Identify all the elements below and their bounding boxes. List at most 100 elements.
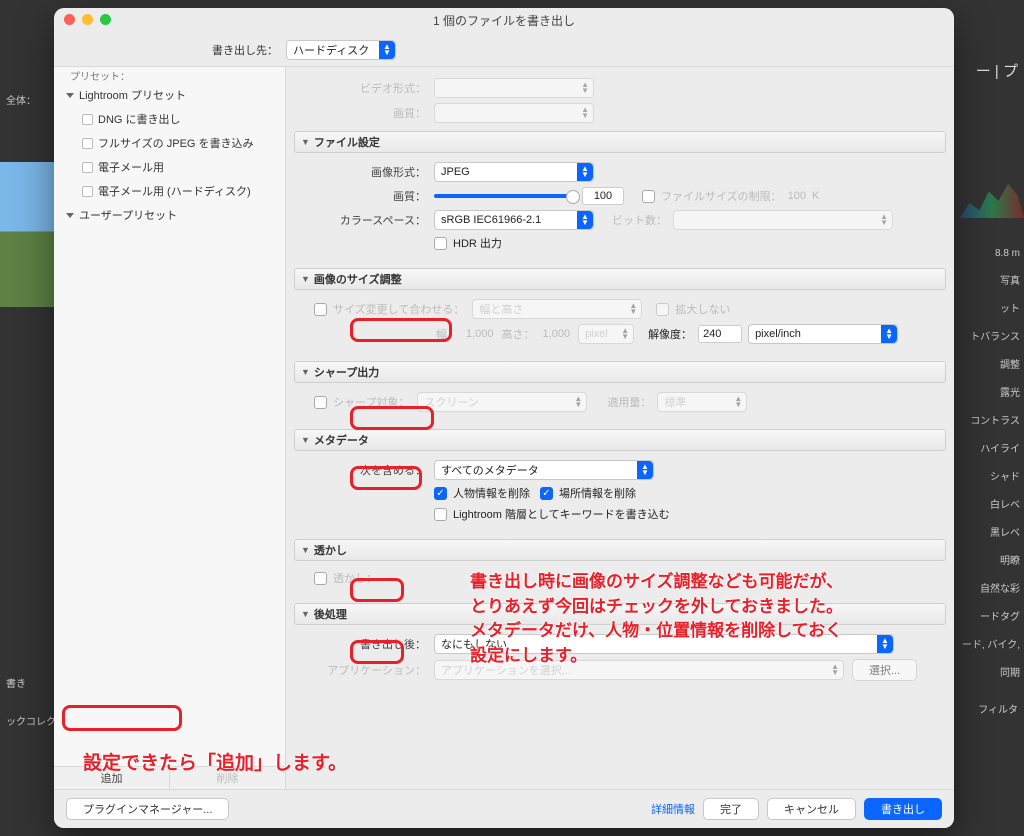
annotation-box [350,318,452,342]
disclosure-icon [66,93,74,98]
presets-sidebar: Lightroom プリセット DNG に書き出しフルサイズの JPEG を書き… [54,67,286,789]
section-sharpen[interactable]: ▼ シャープ出力 [294,361,946,383]
section-title: ファイル設定 [314,134,380,150]
annotation-text-add: 設定できたら「追加」します。 [83,750,347,778]
resize-checkbox[interactable] [314,303,327,316]
preset-group-user[interactable]: ユーザープリセット [54,203,285,227]
video-format-select: ▲▼ [434,78,594,98]
annotation-box [350,466,422,490]
image-format-label: 画像形式： [294,164,434,180]
thumbnail-peek [0,162,54,307]
resolution-label: 解像度： [648,326,692,342]
annotation-text-main: 書き出し時に画像のサイズ調整なども可能だが、 とりあえず今回はチェックを外してお… [470,570,930,669]
section-title: シャープ出力 [314,364,379,380]
group-label: ユーザープリセット [79,207,177,223]
preset-checkbox[interactable] [82,114,93,125]
width-value: 1,000 [466,328,494,340]
quality-label: 画質： [294,188,434,204]
group-label: Lightroom プリセット [79,87,186,103]
section-title: 透かし [314,542,347,558]
annotation-box [62,705,182,731]
limit-filesize-checkbox[interactable] [642,190,655,203]
limit-filesize-unit: K [812,190,819,202]
lr-keywords-label: Lightroom 階層としてキーワードを書き込む [453,506,670,522]
height-value: 1,000 [543,328,571,340]
select-value: スクリーン [424,394,478,410]
section-title: 画像のサイズ調整 [314,271,402,287]
no-enlarge-label: 拡大しない [675,301,730,317]
preset-label: DNG に書き出し [98,111,181,127]
annotation-box [350,578,404,602]
quality-slider[interactable] [434,194,574,198]
disclosure-icon: ▼ [301,274,310,284]
preset-label: 電子メール用 (ハードディスク) [98,183,251,199]
dialog-footer: プラグインマネージャー... 詳細情報 完了 キャンセル 書き出し [54,789,954,828]
preset-item[interactable]: 電子メール用 [54,155,285,179]
colorspace-select[interactable]: sRGB IEC61966-2.1▲▼ [434,210,594,230]
preset-checkbox[interactable] [82,186,93,197]
bg-left-label: 全体： [6,92,36,107]
no-enlarge-checkbox [656,303,669,316]
disclosure-icon: ▼ [301,545,310,555]
plugin-manager-button[interactable]: プラグインマネージャー... [66,798,229,820]
hdr-checkbox[interactable] [434,237,447,250]
bg-label: ー | プ [976,60,1018,81]
export-to-value: ハードディスク [293,42,369,58]
sharpen-target-select: スクリーン▲▼ [417,392,587,412]
maximize-icon[interactable] [100,14,111,25]
size-unit-select: pixel▲▼ [578,324,634,344]
details-link[interactable]: 詳細情報 [651,801,695,817]
post-app-label: アプリケーション： [294,662,434,678]
section-image-sizing[interactable]: ▼ 画像のサイズ調整 [294,268,946,290]
window-title: 1 個のファイルを書き出し [433,12,575,29]
colorspace-label: カラースペース： [294,212,434,228]
section-title: 後処理 [314,606,347,622]
disclosure-icon: ▼ [301,367,310,377]
cancel-button[interactable]: キャンセル [767,798,856,820]
resize-mode-select: 幅と高さ▲▼ [472,299,642,319]
section-file-settings[interactable]: ▼ ファイル設定 [294,131,946,153]
export-to-label: 書き出し先： [54,42,286,58]
export-button[interactable]: 書き出し [864,798,942,820]
bitdepth-select: ▲▼ [673,210,893,230]
bitdepth-label: ビット数： [612,212,667,228]
preset-item[interactable]: DNG に書き出し [54,107,285,131]
export-to-select[interactable]: ハードディスク ▲▼ [286,40,396,60]
close-icon[interactable] [64,14,75,25]
disclosure-icon: ▼ [301,137,310,147]
video-format-label: ビデオ形式： [294,80,434,96]
video-quality-label: 画質： [294,105,434,121]
annotation-box [350,640,404,664]
export-dialog: 1 個のファイルを書き出し 書き出し先： ハードディスク ▲▼ プリセット： 1… [54,8,954,828]
titlebar: 1 個のファイルを書き出し [54,8,954,32]
bg-bottom-right: フィルタ [978,701,1018,716]
section-metadata[interactable]: ▼ メタデータ [294,429,946,451]
limit-filesize-value: 100 [788,190,806,202]
remove-person-label: 人物情報を削除 [453,485,530,501]
remove-person-checkbox[interactable]: ✓ [434,487,447,500]
preset-item[interactable]: 電子メール用 (ハードディスク) [54,179,285,203]
image-format-select[interactable]: JPEG▲▼ [434,162,594,182]
select-value: 標準 [664,394,686,410]
resolution-input[interactable]: 240 [698,325,742,343]
done-button[interactable]: 完了 [703,798,759,820]
resolution-unit-select[interactable]: pixel/inch▲▼ [748,324,898,344]
disclosure-icon: ▼ [301,435,310,445]
preset-item[interactable]: フルサイズの JPEG を書き込み [54,131,285,155]
select-value: pixel/inch [755,328,801,340]
watermark-checkbox[interactable] [314,572,327,585]
preset-label: 電子メール用 [98,159,164,175]
quality-value[interactable]: 100 [582,187,624,205]
hdr-label: HDR 出力 [453,235,502,251]
presets-header: プリセット： [62,64,138,87]
lr-keywords-checkbox[interactable] [434,508,447,521]
preset-checkbox[interactable] [82,162,93,173]
metadata-include-select[interactable]: すべてのメタデータ▲▼ [434,460,654,480]
section-watermark[interactable]: ▼ 透かし [294,539,946,561]
sharpen-checkbox[interactable] [314,396,327,409]
minimize-icon[interactable] [82,14,93,25]
preset-checkbox[interactable] [82,138,93,149]
remove-location-checkbox[interactable]: ✓ [540,487,553,500]
export-destination-row: 書き出し先： ハードディスク ▲▼ [54,32,954,66]
disclosure-icon: ▼ [301,609,310,619]
